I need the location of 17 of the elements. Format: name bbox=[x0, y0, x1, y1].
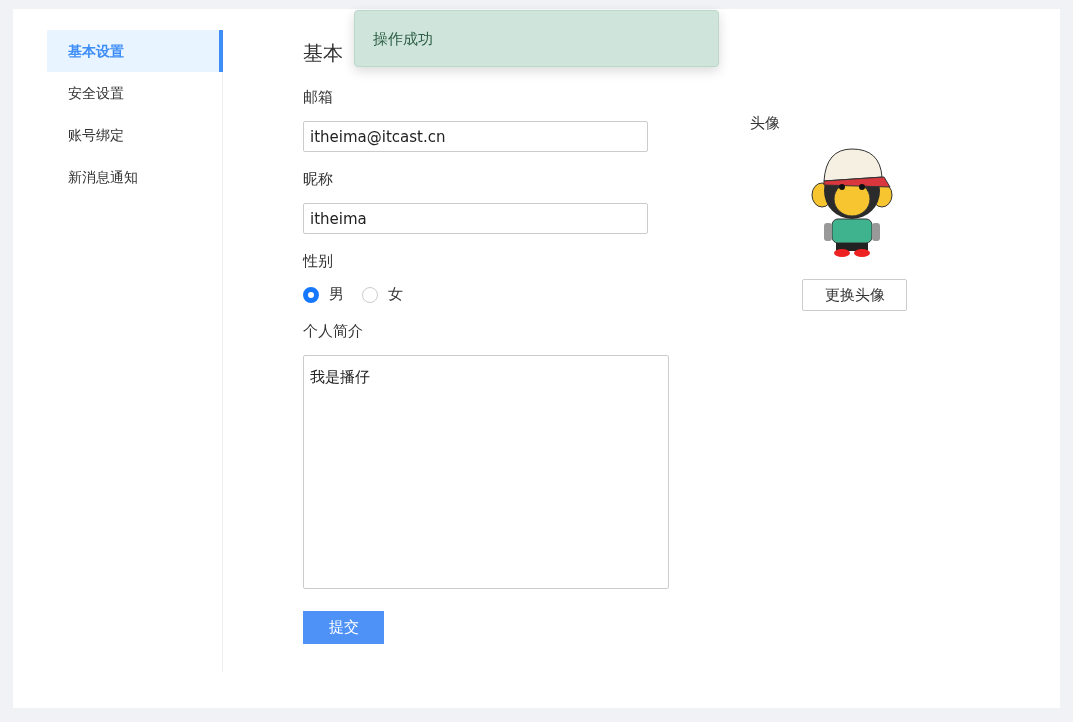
field-label: 昵称 bbox=[303, 170, 333, 189]
sidebar-item[interactable]: 安全设置 bbox=[47, 72, 223, 114]
radio-button[interactable] bbox=[303, 286, 319, 303]
email-field[interactable]: itheima@itcast.cn bbox=[303, 121, 648, 152]
field-label: 个人简介 bbox=[303, 322, 363, 341]
sidebar-item[interactable]: 账号绑定 bbox=[47, 114, 223, 156]
sidebar-item[interactable]: 新消息通知 bbox=[47, 156, 223, 198]
field-label: 邮箱 bbox=[303, 88, 333, 107]
success-toast: 操作成功 bbox=[354, 10, 719, 67]
field-label: 性别 bbox=[303, 252, 333, 271]
change-avatar-button[interactable]: 更换头像 bbox=[802, 279, 907, 311]
avatar-label: 头像 bbox=[750, 114, 780, 133]
nickname-field[interactable]: itheima bbox=[303, 203, 648, 234]
radio-label: 女 bbox=[388, 285, 403, 304]
bio-field[interactable]: 我是播仔 bbox=[303, 355, 669, 589]
radio-label: 男 bbox=[329, 285, 344, 304]
page-title: 基本 bbox=[303, 40, 343, 67]
